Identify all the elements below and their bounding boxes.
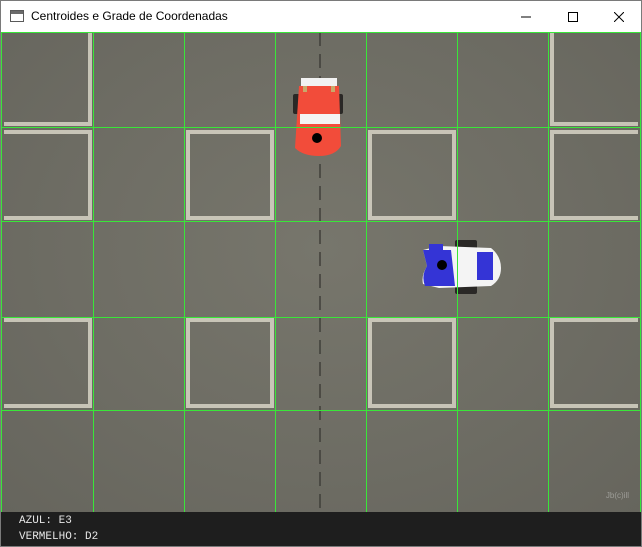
app-window: Centroides e Grade de Coordenadas Jb(c)i…	[0, 0, 642, 547]
floor-marking	[368, 318, 456, 408]
floor-marking	[550, 318, 638, 408]
red-car	[293, 78, 343, 156]
floor-marking	[550, 130, 638, 220]
floor-marking	[4, 318, 92, 408]
floor-marking	[186, 318, 274, 408]
grid-line-horizontal	[1, 32, 641, 33]
blue-car	[422, 240, 501, 294]
grid-line-vertical	[1, 32, 2, 512]
floor-marking	[368, 130, 456, 220]
minimize-button[interactable]	[503, 1, 549, 32]
minimize-icon	[521, 16, 531, 17]
maximize-button[interactable]	[550, 1, 596, 32]
window-icon	[10, 10, 24, 22]
status-panel: AZUL: E3 VERMELHO: D2	[1, 512, 641, 546]
red-car-centroid	[312, 133, 322, 143]
grid-line-vertical	[184, 32, 185, 512]
floor-marking	[550, 33, 638, 126]
grid-line-horizontal	[1, 317, 641, 318]
floor-marking	[186, 130, 274, 220]
close-icon	[614, 11, 624, 22]
maximize-icon	[568, 11, 578, 22]
grid-line-horizontal	[1, 410, 641, 411]
close-button[interactable]	[596, 1, 642, 32]
grid-line-horizontal	[1, 221, 641, 222]
grid-line-vertical	[93, 32, 94, 512]
grid-line-vertical	[548, 32, 549, 512]
floor-marking	[4, 130, 92, 220]
grid-line-vertical	[457, 32, 458, 512]
window-title: Centroides e Grade de Coordenadas	[31, 9, 228, 23]
grid-line-vertical	[640, 32, 641, 512]
blue-position-readout: AZUL: E3	[19, 515, 72, 527]
camera-view: Jb(c)ill	[1, 32, 641, 512]
grid-line-vertical	[275, 32, 276, 512]
blue-car-centroid	[437, 260, 447, 270]
red-position-readout: VERMELHO: D2	[19, 531, 99, 543]
grid-line-vertical	[366, 32, 367, 512]
title-bar[interactable]: Centroides e Grade de Coordenadas	[1, 1, 641, 32]
floor-marking	[4, 33, 92, 126]
grid-line-horizontal	[1, 127, 641, 128]
camera-watermark: Jb(c)ill	[605, 491, 629, 500]
